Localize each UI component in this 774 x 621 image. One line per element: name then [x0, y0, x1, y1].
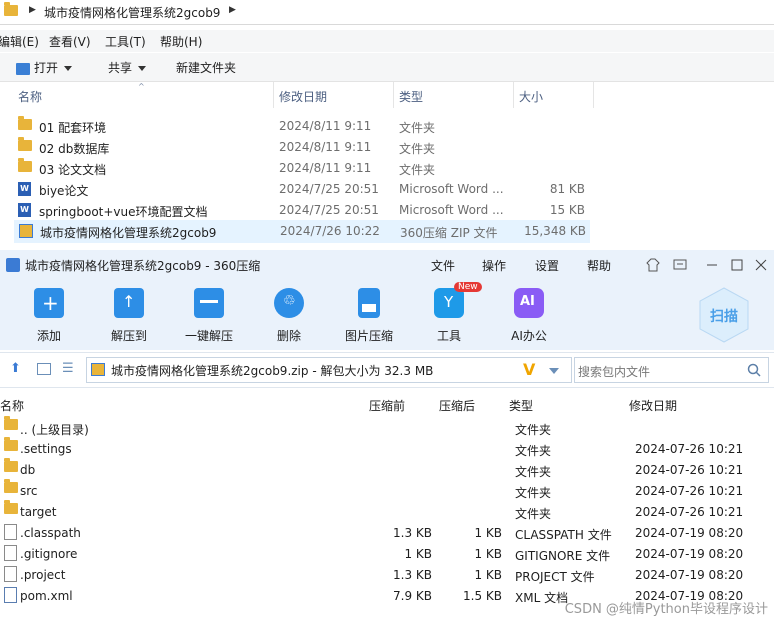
- skin-icon[interactable]: [646, 258, 660, 272]
- folder-icon: [18, 137, 32, 151]
- scan-button[interactable]: 扫描: [697, 286, 751, 344]
- one-click-extract-button[interactable]: 一键解压: [170, 280, 248, 350]
- maximize-icon[interactable]: [731, 259, 743, 271]
- zip-row[interactable]: src 文件夹 2024-07-26 10:21: [0, 479, 774, 501]
- close-icon[interactable]: [755, 259, 767, 271]
- folder-icon: [4, 416, 18, 430]
- path-field[interactable]: 城市疫情网格化管理系统2gcob9.zip - 解包大小为 32.3 MB V: [86, 357, 572, 383]
- open-button[interactable]: 打开: [16, 59, 73, 76]
- col-type[interactable]: 类型: [509, 397, 533, 414]
- menu-help[interactable]: 帮助(H): [160, 33, 202, 50]
- explorer-column-header: 名称 ^ 修改日期 类型 大小: [0, 82, 774, 108]
- address-bar[interactable]: ▶ 城市疫情网格化管理系统2gcob9 ▶: [0, 0, 774, 25]
- menu-file[interactable]: 文件: [431, 257, 455, 274]
- menu-view[interactable]: 查看(V): [49, 33, 91, 50]
- file-row[interactable]: 03 论文文档 2024/8/11 9:11 文件夹: [14, 158, 588, 179]
- zip-row[interactable]: target 文件夹 2024-07-26 10:21: [0, 500, 774, 522]
- add-button[interactable]: + 添加: [10, 280, 88, 350]
- tools-button[interactable]: Y New 工具: [410, 280, 488, 350]
- menu-tools[interactable]: 工具(T): [105, 33, 146, 50]
- folder-icon: [4, 479, 18, 493]
- sort-ascending-icon: ^: [138, 82, 145, 91]
- zip-row[interactable]: .. (上级目录) 文件夹: [0, 416, 774, 438]
- zip-toolbar: + 添加 ↑ 解压到 一键解压 ♲ 删除 图片压缩 Y New 工具 AI AI…: [0, 280, 774, 350]
- col-size[interactable]: 大小: [519, 88, 543, 105]
- folder-icon: [4, 458, 18, 472]
- col-type[interactable]: 类型: [399, 88, 423, 105]
- word-doc-icon: W: [18, 182, 31, 196]
- ai-office-button[interactable]: AI AI办公: [490, 280, 568, 350]
- zip-row[interactable]: .gitignore 1 KB 1 KB GITIGNORE 文件 2024-07-19…: [0, 543, 774, 564]
- up-arrow-icon[interactable]: ⬆: [10, 361, 21, 376]
- ai-office-icon: AI: [514, 288, 544, 318]
- file-row[interactable]: 01 配套环境 2024/8/11 9:11 文件夹: [14, 116, 588, 137]
- add-icon: +: [34, 288, 64, 318]
- vip-icon[interactable]: V: [523, 360, 535, 379]
- zip-address-bar: ⬆ ☰ 城市疫情网格化管理系统2gcob9.zip - 解包大小为 32.3 M…: [0, 352, 774, 388]
- col-name[interactable]: 名称: [18, 88, 42, 105]
- delete-button[interactable]: ♲ 删除: [250, 280, 328, 350]
- zip-row[interactable]: .project 1.3 KB 1 KB PROJECT 文件 2024-07-19 0…: [0, 564, 774, 585]
- folder-icon: [4, 2, 18, 16]
- menu-settings[interactable]: 设置: [535, 257, 559, 274]
- col-compressed-before[interactable]: 压缩前: [369, 397, 405, 414]
- zip-title-bar: 城市疫情网格化管理系统2gcob9 - 360压缩 文件 操作 设置 帮助: [0, 250, 774, 280]
- menu-edit[interactable]: 编辑(E): [0, 33, 39, 50]
- view-thumbnail-icon[interactable]: [37, 363, 51, 375]
- breadcrumb[interactable]: 城市疫情网格化管理系统2gcob9: [44, 4, 220, 21]
- image-compress-icon: [358, 288, 380, 318]
- tools-icon: Y: [434, 288, 464, 318]
- xml-file-icon: [4, 587, 17, 603]
- file-row[interactable]: 02 db数据库 2024/8/11 9:11 文件夹: [14, 137, 588, 158]
- file-icon: [4, 524, 17, 540]
- extract-to-icon: ↑: [114, 288, 144, 318]
- search-input[interactable]: 搜索包内文件: [574, 357, 769, 383]
- app-icon: [6, 258, 20, 272]
- command-bar: 打开 共享 新建文件夹: [0, 53, 774, 82]
- col-compressed-after[interactable]: 压缩后: [439, 397, 475, 414]
- word-doc-icon: W: [18, 203, 31, 217]
- chevron-right-icon[interactable]: ▶: [229, 5, 236, 15]
- menu-bar: 编辑(E) 查看(V) 工具(T) 帮助(H): [0, 30, 774, 52]
- file-icon: [4, 566, 17, 582]
- share-button[interactable]: 共享: [108, 59, 147, 76]
- new-folder-button[interactable]: 新建文件夹: [176, 59, 236, 76]
- menu-operate[interactable]: 操作: [482, 257, 506, 274]
- file-row-selected[interactable]: 城市疫情网格化管理系统2gcob9 2024/7/26 10:22 360压缩 …: [14, 220, 590, 243]
- open-icon: [16, 62, 30, 75]
- zip-icon: [19, 224, 33, 238]
- watermark: CSDN @纯情Python毕设程序设计: [564, 602, 768, 617]
- folder-icon: [4, 437, 18, 451]
- col-name[interactable]: 名称: [0, 397, 24, 414]
- new-badge: New: [454, 282, 482, 292]
- menu-help[interactable]: 帮助: [587, 257, 611, 274]
- zip-row[interactable]: db 文件夹 2024-07-26 10:21: [0, 458, 774, 480]
- image-compress-button[interactable]: 图片压缩: [330, 280, 408, 350]
- zip-icon: [91, 363, 105, 376]
- folder-icon: [18, 116, 32, 130]
- file-row[interactable]: W springboot+vue环境配置文档 2024/7/25 20:51 M…: [14, 200, 588, 221]
- chevron-right-icon[interactable]: ▶: [29, 5, 36, 15]
- zip-row[interactable]: .classpath 1.3 KB 1 KB CLASSPATH 文件 2024-07-…: [0, 522, 774, 543]
- delete-icon: ♲: [274, 288, 304, 318]
- file-row[interactable]: W biye论文 2024/7/25 20:51 Microsoft Word …: [14, 179, 588, 200]
- file-icon: [4, 545, 17, 561]
- zip-row[interactable]: .settings 文件夹 2024-07-26 10:21: [0, 437, 774, 459]
- col-date[interactable]: 修改日期: [629, 397, 677, 414]
- one-click-extract-icon: [194, 288, 224, 318]
- col-date[interactable]: 修改日期: [279, 88, 327, 105]
- minimize-icon[interactable]: [706, 259, 718, 271]
- window-title: 城市疫情网格化管理系统2gcob9 - 360压缩: [25, 259, 261, 273]
- folder-icon: [18, 158, 32, 172]
- extract-to-button[interactable]: ↑ 解压到: [90, 280, 168, 350]
- view-list-icon[interactable]: ☰: [62, 361, 74, 376]
- folder-icon: [4, 500, 18, 514]
- feedback-icon[interactable]: [673, 259, 687, 271]
- zip-column-header: 名称 压缩前 压缩后 类型 修改日期: [0, 394, 774, 416]
- search-icon[interactable]: [747, 363, 761, 377]
- dropdown-icon[interactable]: [549, 368, 559, 374]
